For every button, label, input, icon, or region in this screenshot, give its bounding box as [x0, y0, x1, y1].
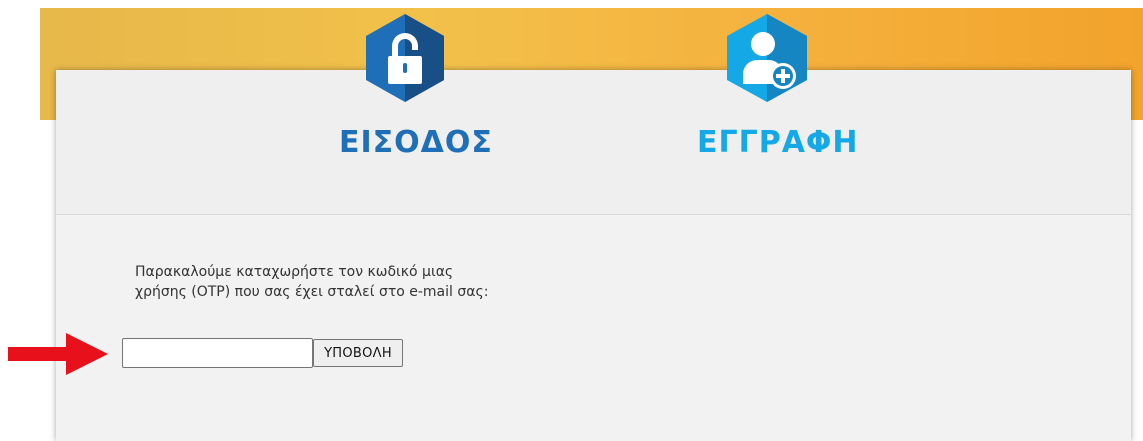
otp-instruction: Παρακαλούμε καταχωρήστε τον κωδικό μιας … [135, 262, 555, 302]
otp-input[interactable] [122, 338, 313, 368]
otp-instruction-line2: χρήσης (OTP) που σας έχει σταλεί στο e-m… [135, 284, 489, 300]
tab-login-label: ΕΙΣΟΔΟΣ [339, 125, 493, 160]
tab-register-label: ΕΓΓΡΑΦΗ [697, 125, 859, 160]
auth-tabs-bar [56, 70, 1131, 215]
otp-instruction-line1: Παρακαλούμε καταχωρήστε τον κωδικό μιας [135, 264, 454, 280]
arrow-right-icon [8, 333, 108, 375]
unlock-icon [366, 14, 444, 102]
submit-button[interactable]: ΥΠΟΒΟΛΗ [313, 339, 403, 367]
add-user-icon [727, 14, 807, 102]
auth-card [56, 70, 1131, 441]
